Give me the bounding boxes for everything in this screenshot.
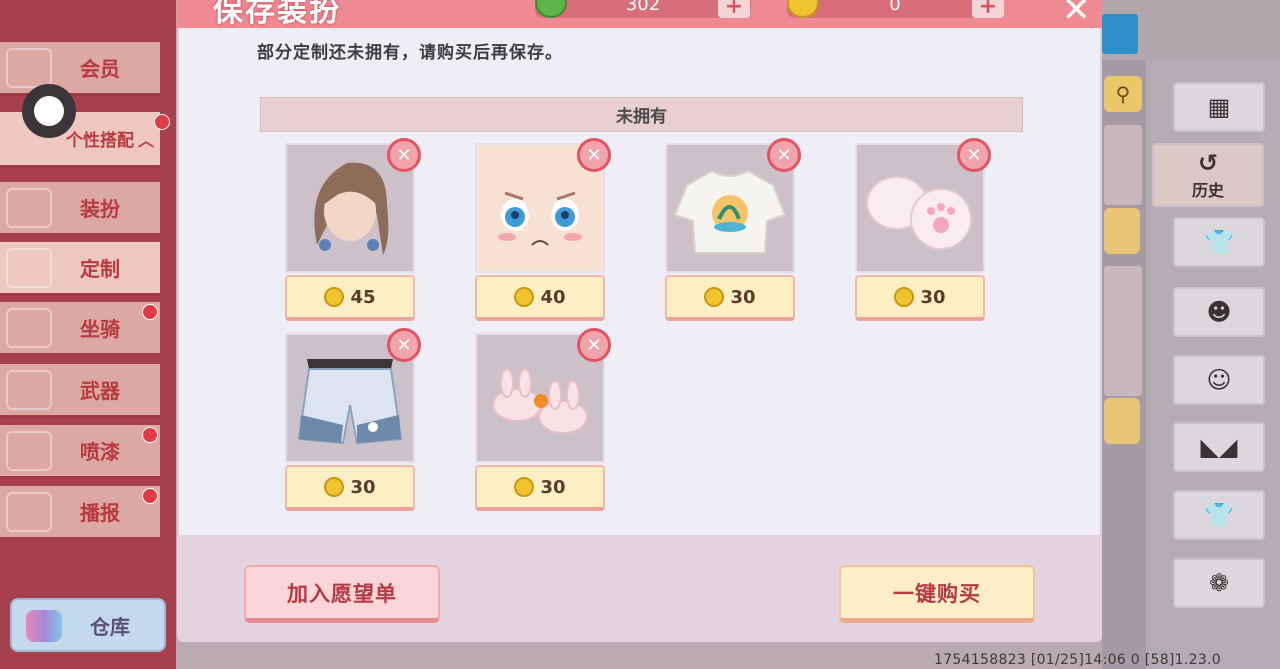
- buy-all-button[interactable]: 一键购买: [839, 565, 1035, 623]
- gold-coin-icon: [514, 287, 535, 307]
- sidebar-item-label: 会员: [80, 57, 120, 81]
- outfit-category-icon[interactable]: 👕: [1173, 217, 1265, 267]
- currency-2: 0: [787, 0, 1003, 18]
- item-card-face[interactable]: ✕ 40: [475, 138, 611, 323]
- section-header-not-owned: 未拥有: [260, 97, 1023, 132]
- gold-coin-icon: [514, 477, 535, 497]
- search-icon[interactable]: ⚲: [1104, 76, 1142, 112]
- notification-dot: [142, 488, 158, 504]
- dialog-title: 保存装扮: [213, 0, 341, 29]
- item-card-shirt[interactable]: ✕ 30: [665, 138, 801, 323]
- floating-assist-ball[interactable]: [22, 84, 76, 138]
- gold-coin-icon: [324, 477, 345, 497]
- remove-item-icon[interactable]: ✕: [767, 138, 801, 172]
- history-button[interactable]: ↺ 历史: [1152, 143, 1264, 207]
- sidebar-item-weapon[interactable]: 武器: [0, 364, 160, 418]
- price-value: 30: [730, 286, 756, 308]
- sidebar-item-label: 坐骑: [80, 317, 120, 341]
- preview-item: [1104, 125, 1142, 205]
- item-card-hair[interactable]: ✕ 45: [285, 138, 421, 323]
- sidebar-item-broadcast[interactable]: 播报: [0, 486, 160, 540]
- remove-item-icon[interactable]: ✕: [387, 328, 421, 362]
- status-bar-text: 1754158823 [01/25]14:06 0 [58]1.23.0: [934, 652, 1222, 668]
- vip-icon: [6, 48, 52, 88]
- dialog-footer: 加入愿望单 一键购买: [177, 535, 1102, 642]
- remove-item-icon[interactable]: ✕: [577, 328, 611, 362]
- price-value: 30: [350, 476, 376, 498]
- sidebar-item-customize[interactable]: 定制: [0, 242, 160, 296]
- currency-2-value: 0: [889, 0, 901, 15]
- item-card-slippers[interactable]: ✕ 30: [475, 328, 611, 513]
- broadcast-icon: [6, 492, 52, 532]
- accessory-category-icon[interactable]: ❁: [1173, 558, 1265, 608]
- history-label: 历史: [1191, 181, 1224, 200]
- warehouse-button[interactable]: 仓库: [10, 598, 166, 652]
- sidebar-item-label: 播报: [80, 501, 120, 525]
- shirt-category-icon[interactable]: 👕: [1173, 490, 1265, 540]
- sidebar-item-spray[interactable]: 喷漆: [0, 425, 160, 479]
- price-value: 40: [540, 286, 566, 308]
- preview-tag: [1104, 208, 1140, 254]
- price-tag: 30: [855, 275, 985, 321]
- gold-coin-icon: [894, 287, 915, 307]
- notice-text: 部分定制还未拥有，请购买后再保存。: [257, 43, 563, 63]
- add-currency-2-button[interactable]: +: [972, 0, 1004, 19]
- remove-item-icon[interactable]: ✕: [577, 138, 611, 172]
- notification-dot: [154, 114, 170, 130]
- price-value: 30: [540, 476, 566, 498]
- remove-item-icon[interactable]: ✕: [387, 138, 421, 172]
- preview-item: [1104, 266, 1142, 396]
- gold-coin-icon: [324, 287, 345, 307]
- gold-coin-icon: [704, 287, 725, 307]
- top-blue-button[interactable]: [1102, 14, 1138, 54]
- item-card-paws[interactable]: ✕ 30: [855, 138, 991, 323]
- price-tag: 45: [285, 275, 415, 321]
- remove-item-icon[interactable]: ✕: [957, 138, 991, 172]
- sidebar-item-vip[interactable]: 会员: [0, 42, 160, 96]
- sidebar-item-mount[interactable]: 坐骑: [0, 302, 160, 356]
- mount-icon: [6, 308, 52, 348]
- sidebar-item-label: 装扮: [80, 197, 120, 221]
- price-tag: 30: [475, 465, 605, 511]
- price-value: 30: [920, 286, 946, 308]
- notification-dot: [142, 304, 158, 320]
- sidebar-item-label: 武器: [80, 379, 120, 403]
- price-value: 45: [350, 286, 376, 308]
- preview-tag: [1104, 398, 1140, 444]
- mask-category-icon[interactable]: ◣◢: [1173, 422, 1265, 472]
- history-icon: ↺: [1197, 149, 1219, 177]
- sidebar-item-label: 喷漆: [80, 440, 120, 464]
- notification-dot: [142, 427, 158, 443]
- dialog-content: 部分定制还未拥有，请购买后再保存。 未拥有 ✕ 45 ✕ 40 ✕ 30 ✕ 3…: [179, 28, 1100, 535]
- spray-icon: [6, 431, 52, 471]
- grid-view-icon[interactable]: ▦: [1173, 82, 1265, 132]
- add-currency-1-button[interactable]: +: [718, 0, 750, 19]
- sidebar-item-label: 个性搭配: [65, 131, 134, 151]
- dialog-header: 保存装扮 302 + 0 + ✕: [177, 0, 1102, 30]
- face-category-icon[interactable]: ☺: [1173, 355, 1265, 405]
- chevron-up-icon: ︿: [137, 130, 154, 150]
- add-to-wishlist-button[interactable]: 加入愿望单: [244, 565, 440, 623]
- close-icon[interactable]: ✕: [1062, 0, 1091, 30]
- sidebar-item-label: 定制: [80, 257, 120, 281]
- sidebar-item-dressup[interactable]: 装扮: [0, 182, 160, 236]
- shirt-icon: [6, 188, 52, 228]
- price-tag: 30: [665, 275, 795, 321]
- warehouse-label: 仓库: [90, 614, 130, 639]
- gun-icon: [6, 370, 52, 410]
- save-outfit-dialog: 保存装扮 302 + 0 + ✕ 部分定制还未拥有，请购买后再保存。 未拥有 ✕…: [177, 0, 1102, 642]
- price-tag: 40: [475, 275, 605, 321]
- hair-category-icon[interactable]: ☻: [1173, 287, 1265, 337]
- customize-icon: [6, 248, 52, 288]
- item-card-shorts[interactable]: ✕ 30: [285, 328, 421, 513]
- warehouse-icon: [26, 610, 62, 642]
- price-tag: 30: [285, 465, 415, 511]
- assist-ball-dot: [34, 96, 64, 126]
